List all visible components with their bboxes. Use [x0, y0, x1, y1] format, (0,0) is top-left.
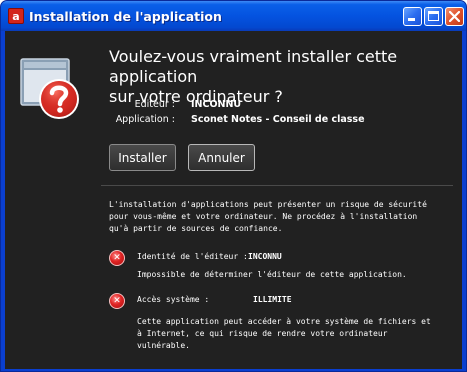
dialog-content: Voulez-vous vraiment installer cette app…: [5, 31, 462, 369]
warning-line-3: qu'à partir de sources de confiance.: [109, 224, 283, 233]
minimize-button[interactable]: [403, 7, 422, 26]
risk-publisher-value: INCONNU: [248, 252, 282, 261]
risk-publisher-label: Identité de l'éditeur :: [137, 252, 248, 261]
cancel-button[interactable]: Annuler: [188, 144, 255, 171]
adobe-air-icon-glyph: a: [12, 9, 20, 23]
risk-system-description: Cette application peut accéder à votre s…: [137, 316, 431, 352]
warning-line-1: L'installation d'applications peut prése…: [109, 200, 427, 209]
error-x-icon: ✕: [109, 250, 125, 266]
section-divider: [101, 185, 453, 186]
error-x-icon: ✕: [109, 293, 125, 309]
risk-system-label: Accès système :: [137, 295, 210, 304]
risk-system-value: ILLIMITE: [253, 295, 292, 304]
close-icon: [449, 11, 460, 22]
security-warning-text: L'installation d'applications peut prése…: [109, 199, 454, 235]
publisher-value: INCONNU: [191, 99, 242, 110]
window-title: Installation de l'application: [29, 9, 222, 24]
publisher-label: Editeur :: [134, 99, 175, 110]
install-button[interactable]: Installer: [109, 144, 176, 171]
adobe-air-icon: a: [8, 8, 24, 24]
risk-publisher-desc-line-1: Impossible de déterminer l'éditeur de ce…: [137, 270, 407, 279]
risk-system-desc-line-2: à Internet, ce qui risque de rendre votr…: [137, 329, 388, 338]
risk-publisher-description: Impossible de déterminer l'éditeur de ce…: [137, 269, 407, 281]
risk-system-desc-line-3: vulnérable.: [137, 341, 190, 350]
dialog-heading: Voulez-vous vraiment installer cette app…: [109, 47, 454, 107]
risk-system-desc-line-1: Cette application peut accéder à votre s…: [137, 317, 431, 326]
title-bar[interactable]: a Installation de l'application: [1, 1, 466, 31]
install-dialog-window: a Installation de l'application Voulez-v…: [0, 0, 467, 372]
application-value: Sconet Notes - Conseil de classe: [191, 114, 365, 125]
close-button[interactable]: [445, 7, 464, 26]
heading-line-1: Voulez-vous vraiment installer cette app…: [109, 47, 398, 86]
application-label: Application :: [115, 114, 175, 125]
warning-line-2: pour vous-même et votre ordinateur. Ne p…: [109, 212, 418, 221]
question-mark-window-icon: [20, 58, 79, 119]
maximize-button[interactable]: [424, 7, 443, 26]
